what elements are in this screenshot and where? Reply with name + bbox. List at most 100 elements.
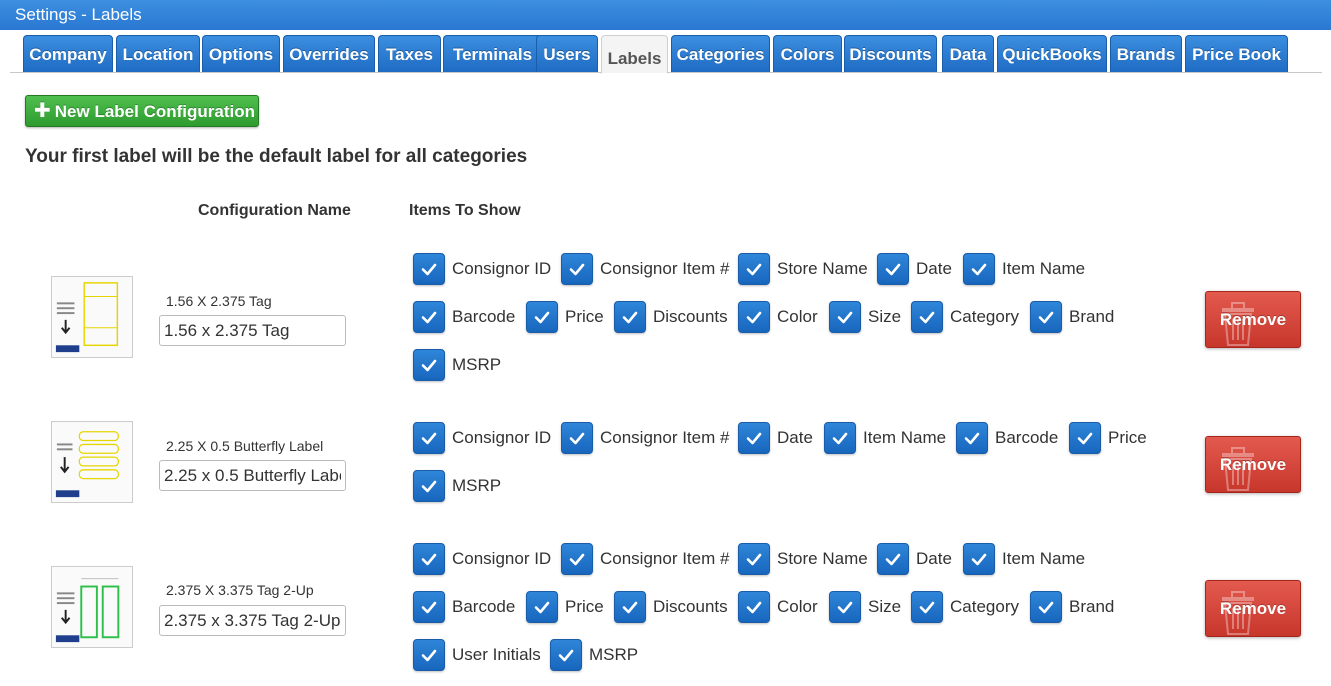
checkmark-icon (413, 301, 445, 333)
tab-colors[interactable]: Colors (773, 35, 842, 72)
checkbox-price[interactable]: Price (526, 301, 604, 333)
checkbox-item-name[interactable]: Item Name (963, 253, 1085, 285)
tab-quickbooks[interactable]: QuickBooks (997, 35, 1107, 72)
checkbox-label: Barcode (452, 307, 516, 326)
checkmark-icon (829, 301, 861, 333)
remove-button[interactable]: Remove (1205, 291, 1301, 348)
label-preview-thumbnail (51, 276, 133, 358)
configuration-name-input[interactable] (159, 315, 346, 346)
checkmark-icon (561, 422, 593, 454)
checkbox-store-name[interactable]: Store Name (738, 253, 868, 285)
checkbox-price[interactable]: Price (526, 591, 604, 623)
tab-users[interactable]: Users (536, 35, 598, 72)
checkbox-date[interactable]: Date (738, 422, 813, 454)
checkbox-size[interactable]: Size (829, 591, 901, 623)
checkbox-category[interactable]: Category (911, 301, 1019, 333)
checkbox-brand[interactable]: Brand (1030, 301, 1114, 333)
checkbox-discounts[interactable]: Discounts (614, 591, 728, 623)
remove-button[interactable]: Remove (1205, 436, 1301, 493)
tab-location[interactable]: Location (116, 35, 200, 72)
checkmark-icon (963, 253, 995, 285)
checkbox-consignor-id[interactable]: Consignor ID (413, 543, 551, 575)
checkbox-label: Category (950, 597, 1019, 616)
tab-labels[interactable]: Labels (601, 35, 668, 74)
new-label-configuration-button[interactable]: ✚ New Label Configuration (25, 95, 259, 127)
checkbox-price[interactable]: Price (1069, 422, 1147, 454)
label-preview-thumbnail (51, 421, 133, 503)
checkmark-icon (956, 422, 988, 454)
plus-icon: ✚ (34, 100, 51, 122)
checkbox-msrp[interactable]: MSRP (550, 639, 638, 671)
checkmark-icon (413, 591, 445, 623)
checkmark-icon (526, 301, 558, 333)
checkbox-label: Consignor Item # (600, 428, 730, 447)
checkbox-label: Date (916, 259, 952, 278)
checkbox-category[interactable]: Category (911, 591, 1019, 623)
checkbox-label: Price (565, 597, 604, 616)
checkbox-brand[interactable]: Brand (1030, 591, 1114, 623)
checkbox-consignor-item[interactable]: Consignor Item # (561, 543, 729, 575)
checkbox-user-initials[interactable]: User Initials (413, 639, 541, 671)
checkbox-barcode[interactable]: Barcode (413, 591, 515, 623)
checkbox-discounts[interactable]: Discounts (614, 301, 728, 333)
checkbox-msrp[interactable]: MSRP (413, 349, 501, 381)
settings-tabs: Company Location Options Overrides Taxes… (10, 30, 1322, 74)
checkbox-color[interactable]: Color (738, 301, 818, 333)
checkbox-label: Barcode (995, 428, 1059, 447)
tab-price-book[interactable]: Price Book (1185, 35, 1288, 72)
checkbox-label: Size (868, 597, 902, 616)
checkbox-label: Consignor ID (452, 549, 552, 568)
checkbox-label: Price (1108, 428, 1147, 447)
checkbox-label: Consignor ID (452, 428, 552, 447)
checkbox-label: Item Name (863, 428, 947, 447)
checkmark-icon (561, 543, 593, 575)
checkbox-consignor-id[interactable]: Consignor ID (413, 253, 551, 285)
checkbox-msrp[interactable]: MSRP (413, 470, 501, 502)
checkbox-label: Date (777, 428, 813, 447)
checkbox-label: Store Name (777, 259, 868, 278)
checkbox-barcode[interactable]: Barcode (956, 422, 1058, 454)
checkbox-label: Discounts (653, 307, 728, 326)
checkbox-barcode[interactable]: Barcode (413, 301, 515, 333)
checkbox-label: Color (777, 597, 818, 616)
tab-categories[interactable]: Categories (671, 35, 770, 72)
checkbox-consignor-item[interactable]: Consignor Item # (561, 253, 729, 285)
checkbox-item-name[interactable]: Item Name (824, 422, 946, 454)
checkbox-consignor-id[interactable]: Consignor ID (413, 422, 551, 454)
configuration-name-input[interactable] (159, 460, 346, 491)
checkbox-item-name[interactable]: Item Name (963, 543, 1085, 575)
checkmark-icon (413, 349, 445, 381)
checkbox-date[interactable]: Date (877, 543, 952, 575)
checkbox-label: Price (565, 307, 604, 326)
checkbox-label: MSRP (589, 645, 639, 664)
tab-brands[interactable]: Brands (1110, 35, 1182, 72)
checkmark-icon (738, 591, 770, 623)
tab-terminals[interactable]: Terminals (443, 35, 542, 72)
checkbox-color[interactable]: Color (738, 591, 818, 623)
checkmark-icon (413, 422, 445, 454)
checkbox-store-name[interactable]: Store Name (738, 543, 868, 575)
checkbox-label: Barcode (452, 597, 516, 616)
tab-overrides[interactable]: Overrides (283, 35, 375, 72)
tab-taxes[interactable]: Taxes (378, 35, 441, 72)
checkmark-icon (911, 301, 943, 333)
remove-button-label: Remove (1219, 599, 1287, 618)
label-caption: 1.56 X 2.375 Tag (166, 293, 272, 309)
checkmark-icon (1030, 301, 1062, 333)
checkmark-icon (911, 591, 943, 623)
tab-data[interactable]: Data (942, 35, 994, 72)
checkmark-icon (824, 422, 856, 454)
tab-options[interactable]: Options (202, 35, 280, 72)
checkbox-size[interactable]: Size (829, 301, 901, 333)
checkmark-icon (561, 253, 593, 285)
checkmark-icon (550, 639, 582, 671)
configuration-name-input[interactable] (159, 605, 346, 636)
remove-button[interactable]: Remove (1205, 580, 1301, 637)
tab-company[interactable]: Company (23, 35, 113, 72)
column-header-items-to-show: Items To Show (409, 202, 521, 219)
checkbox-date[interactable]: Date (877, 253, 952, 285)
checkmark-icon (413, 470, 445, 502)
checkmark-icon (738, 301, 770, 333)
checkbox-consignor-item[interactable]: Consignor Item # (561, 422, 729, 454)
tab-discounts[interactable]: Discounts (844, 35, 937, 72)
